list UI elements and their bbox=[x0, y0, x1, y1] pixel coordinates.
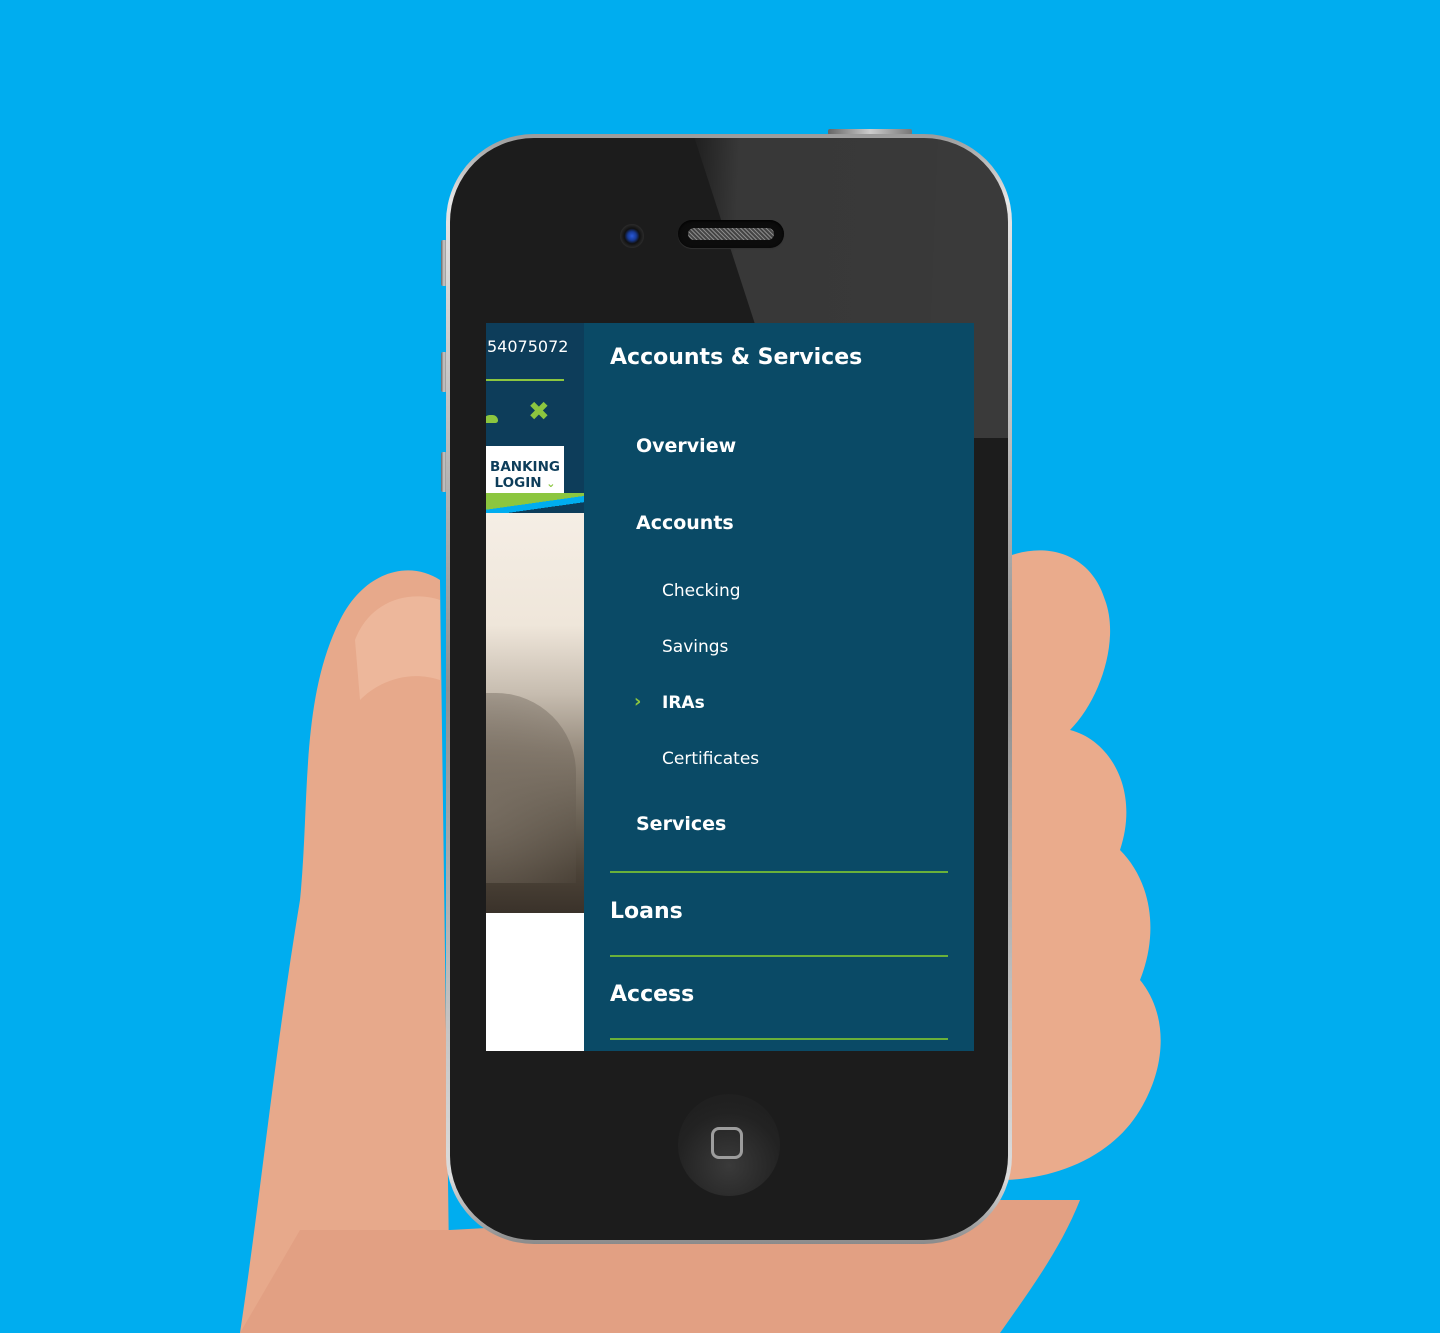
slide-out-menu: Accounts & Services Overview Accounts Ch… bbox=[584, 323, 974, 1051]
menu-item-savings[interactable]: Savings bbox=[662, 637, 728, 657]
menu-item-accounts[interactable]: Accounts bbox=[636, 512, 734, 534]
menu-item-access[interactable]: Access bbox=[610, 982, 694, 1007]
menu-item-certificates[interactable]: Certificates bbox=[662, 749, 759, 769]
chevron-right-icon: › bbox=[634, 691, 642, 712]
menu-item-checking[interactable]: Checking bbox=[662, 581, 741, 601]
phone-number[interactable]: 54075072 bbox=[487, 337, 568, 356]
header-divider bbox=[486, 379, 564, 381]
menu-title-accounts-services[interactable]: Accounts & Services bbox=[610, 345, 862, 370]
close-menu-icon[interactable]: ✖ bbox=[528, 397, 550, 427]
menu-item-services[interactable]: Services bbox=[636, 813, 726, 835]
website-background: 54075072 ✖ BANKING LOGIN ⌄ bbox=[486, 323, 584, 1051]
home-square-icon bbox=[711, 1127, 743, 1159]
menu-divider bbox=[610, 871, 948, 873]
front-camera-icon bbox=[620, 224, 644, 248]
menu-divider bbox=[610, 1038, 948, 1040]
phone-screen: 54075072 ✖ BANKING LOGIN ⌄ Accounts & Ser… bbox=[486, 323, 974, 1051]
page-content-area bbox=[486, 913, 584, 1051]
hero-photo bbox=[486, 513, 584, 913]
chevron-down-icon: ⌄ bbox=[546, 477, 556, 490]
menu-item-overview[interactable]: Overview bbox=[636, 435, 736, 457]
home-button[interactable] bbox=[678, 1094, 780, 1196]
location-icon[interactable] bbox=[486, 415, 498, 423]
menu-item-loans[interactable]: Loans bbox=[610, 899, 683, 924]
earpiece-speaker bbox=[678, 220, 784, 248]
menu-item-iras[interactable]: IRAs bbox=[662, 693, 705, 713]
menu-divider bbox=[610, 955, 948, 957]
